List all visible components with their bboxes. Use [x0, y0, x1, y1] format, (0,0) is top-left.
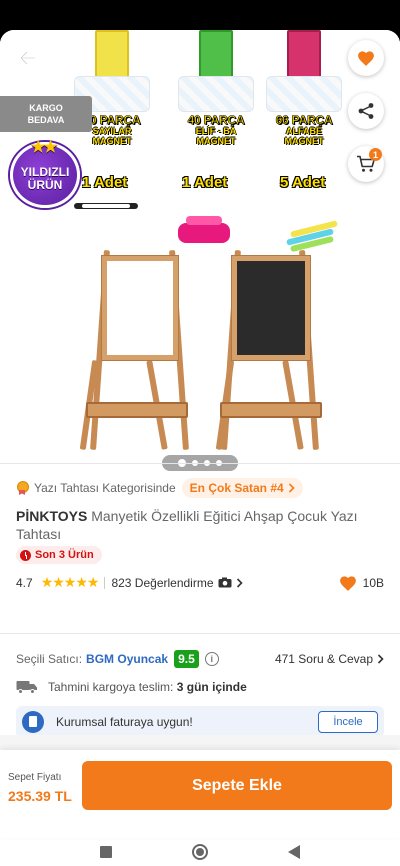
- product-line2: MAGNET: [196, 136, 236, 146]
- piece-unit: PARÇA: [291, 113, 333, 127]
- delivery-label: Tahmini kargoya teslim:: [48, 680, 174, 694]
- starred-product-badge: ★★ YILDIZLI ÜRÜN: [10, 139, 80, 208]
- invoice-text: Kurumsal faturaya uygun!: [56, 715, 193, 729]
- seller-name-link[interactable]: BGM Oyuncak: [86, 652, 168, 666]
- product-image-gallery[interactable]: 30 PARÇA SAYILAR MAGNET 40 PARÇA ELİF - …: [0, 30, 400, 471]
- brand-name[interactable]: PİNKTOYS: [16, 508, 87, 524]
- package-box: [95, 30, 129, 82]
- favorite-count-value: 10B: [362, 575, 384, 590]
- whiteboard-surface: [102, 256, 178, 360]
- divider: [104, 576, 106, 589]
- share-icon: [358, 103, 374, 119]
- arrow-left-icon: [20, 51, 36, 65]
- product-detail-sheet: 30 PARÇA SAYILAR MAGNET 40 PARÇA ELİF - …: [0, 30, 400, 866]
- system-navigation-bar: [0, 838, 400, 866]
- product-line1: ALFABE: [286, 126, 322, 136]
- add-to-cart-button[interactable]: Sepete Ekle: [82, 761, 392, 810]
- share-button[interactable]: [348, 93, 384, 129]
- product-title: PİNKTOYS Manyetik Özellikli Eğitici Ahşa…: [16, 507, 386, 543]
- quantity-label: 1 Adet: [82, 174, 128, 191]
- favorite-count: 10B: [339, 575, 384, 591]
- easel-tray: [220, 402, 322, 418]
- rating-value: 4.7: [16, 575, 33, 590]
- marker-pen: [74, 203, 138, 209]
- camera-icon: [218, 577, 232, 588]
- back-button[interactable]: [12, 42, 44, 74]
- medal-icon: [16, 481, 29, 495]
- quantity-label: 1 Adet: [182, 174, 228, 191]
- piece-count: 66: [275, 113, 289, 127]
- qa-link[interactable]: 471 Soru & Cevap: [275, 652, 384, 666]
- free-shipping-badge: KARGO BEDAVA: [0, 96, 92, 132]
- chevron-right-icon: [288, 483, 295, 493]
- invoice-icon: [22, 711, 44, 733]
- blackboard-surface: [232, 256, 310, 360]
- product-line2: MAGNET: [92, 136, 132, 146]
- purchase-bar: Sepet Fiyatı 235.39 TL Sepete Ekle: [0, 750, 400, 838]
- info-icon[interactable]: i: [204, 652, 219, 666]
- rating-row: 4.7 ★★★★★ 823 Değerlendirme 10B: [16, 574, 384, 591]
- reviews-count: 823 Değerlendirme: [111, 575, 214, 590]
- product-package-alphabet: 66 PARÇA ALFABE MAGNET: [258, 30, 350, 146]
- easel-tray: [86, 402, 188, 418]
- chevron-right-icon: [236, 577, 243, 588]
- seller-label: Seçili Satıcı:: [16, 652, 83, 666]
- piece-unit: PARÇA: [99, 113, 141, 127]
- chevron-right-icon: [377, 654, 384, 664]
- piece-count: 40: [187, 113, 201, 127]
- piece-unit: PARÇA: [203, 113, 245, 127]
- stock-badge: Son 3 Ürün: [16, 546, 102, 564]
- best-seller-badge[interactable]: En Çok Satan #4: [181, 478, 303, 498]
- cart-count-badge: 1: [369, 148, 382, 161]
- home-icon[interactable]: [192, 844, 208, 860]
- category-ranking-row: Yazı Tahtası Kategorisinde En Çok Satan …: [16, 478, 303, 498]
- phone-screen: 30 PARÇA SAYILAR MAGNET 40 PARÇA ELİF - …: [0, 0, 400, 866]
- stock-text: Son 3 Ürün: [35, 549, 94, 561]
- reviews-link[interactable]: 823 Değerlendirme: [111, 575, 243, 590]
- delivery-value: 3 gün içinde: [176, 680, 247, 694]
- corporate-invoice-banner: Kurumsal faturaya uygun! İncele: [16, 706, 384, 738]
- magnet-pieces: [266, 76, 342, 112]
- product-package-elifba: 40 PARÇA ELİF - BA MAGNET: [170, 30, 262, 146]
- qa-text: 471 Soru & Cevap: [274, 652, 373, 666]
- quantity-label: 5 Adet: [280, 174, 326, 191]
- category-text: Yazı Tahtası Kategorisinde: [34, 481, 176, 495]
- product-line2: MAGNET: [284, 136, 324, 146]
- package-box: [287, 30, 321, 82]
- star-rating-icons: ★★★★★: [40, 574, 100, 590]
- free-shipping-line2: BEDAVA: [27, 115, 65, 125]
- back-triangle-icon[interactable]: [288, 845, 300, 859]
- price-value: 235.39 TL: [8, 788, 72, 804]
- starred-line2: ÜRÜN: [27, 178, 63, 192]
- product-line1: ELİF - BA: [195, 126, 237, 136]
- star-icon: ★★: [31, 139, 58, 156]
- delivery-row: Tahmini kargoya teslim: 3 gün içinde: [16, 680, 247, 694]
- cart-button[interactable]: 1: [348, 146, 384, 182]
- review-button[interactable]: İncele: [318, 711, 378, 733]
- heart-icon: [358, 51, 374, 66]
- best-seller-label: En Çok Satan #4: [189, 481, 284, 495]
- divider: [0, 463, 400, 464]
- seller-row: Seçili Satıcı: BGM Oyuncak 9.5 i 471 Sor…: [16, 650, 384, 668]
- favorite-button[interactable]: [348, 40, 384, 76]
- package-box: [199, 30, 233, 82]
- seller-score-badge: 9.5: [174, 650, 199, 668]
- recent-apps-icon[interactable]: [100, 846, 112, 858]
- free-shipping-line1: KARGO: [29, 103, 63, 113]
- magnet-pieces: [178, 76, 254, 112]
- divider: [0, 633, 400, 634]
- heart-icon: [339, 575, 356, 591]
- price-label: Sepet Fiyatı: [8, 772, 62, 783]
- board-eraser: [178, 216, 230, 243]
- truck-icon: [16, 681, 37, 694]
- clock-icon: [20, 549, 31, 561]
